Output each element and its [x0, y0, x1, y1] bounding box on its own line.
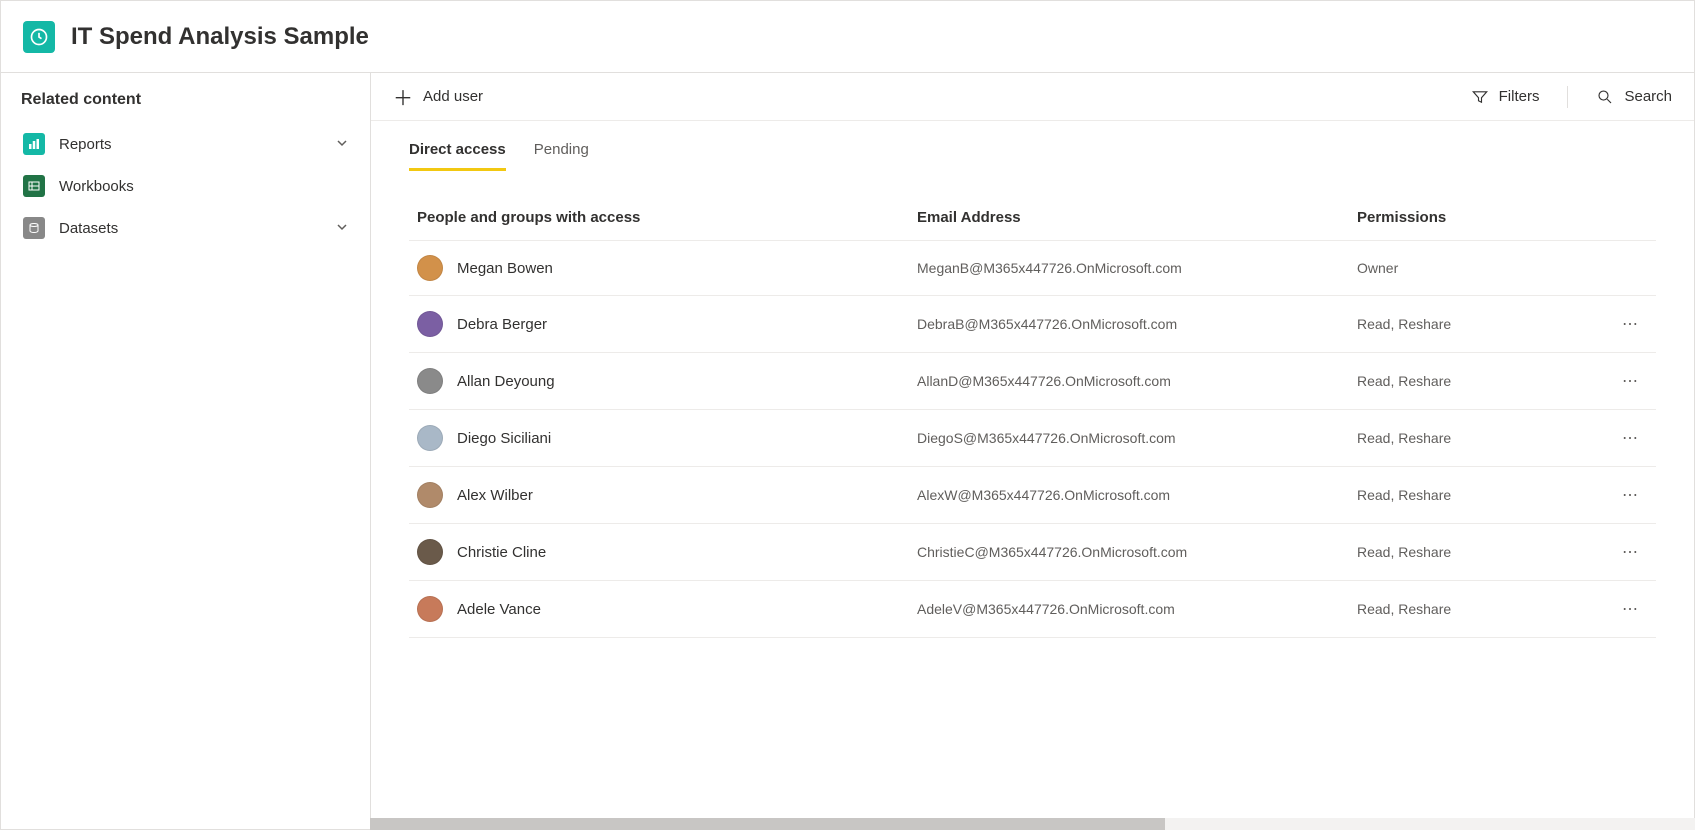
- user-permission: Read, Reshare: [1357, 544, 1451, 560]
- tab-direct-access[interactable]: Direct access: [409, 141, 506, 171]
- user-email: AlexW@M365x447726.OnMicrosoft.com: [917, 487, 1357, 503]
- user-permission: Read, Reshare: [1357, 373, 1451, 389]
- plus-icon: ＋: [393, 82, 413, 111]
- chevron-down-icon: [336, 220, 348, 236]
- user-permission: Read, Reshare: [1357, 316, 1451, 332]
- user-permission: Read, Reshare: [1357, 430, 1451, 446]
- filters-button[interactable]: Filters: [1471, 88, 1540, 106]
- more-options-button[interactable]: ⋯: [1614, 310, 1648, 338]
- avatar: [417, 368, 443, 394]
- toolbar: ＋ Add user Filters Search: [371, 73, 1694, 121]
- tab-pending[interactable]: Pending: [534, 141, 589, 171]
- main-content: ＋ Add user Filters Search Direct access …: [371, 73, 1694, 829]
- col-header-people: People and groups with access: [417, 209, 917, 226]
- scrollbar-thumb[interactable]: [370, 818, 1165, 830]
- avatar: [417, 311, 443, 337]
- table-header: People and groups with access Email Addr…: [409, 197, 1656, 241]
- user-name: Alex Wilber: [457, 487, 533, 504]
- workbooks-icon: [23, 175, 45, 197]
- avatar: [417, 539, 443, 565]
- user-name: Megan Bowen: [457, 260, 553, 277]
- app-icon: [23, 21, 55, 53]
- more-options-button[interactable]: ⋯: [1614, 481, 1648, 509]
- reports-icon: [23, 133, 45, 155]
- table-row[interactable]: Diego Siciliani DiegoS@M365x447726.OnMic…: [409, 410, 1656, 467]
- sidebar-item-label: Workbooks: [59, 178, 348, 195]
- avatar: [417, 255, 443, 281]
- table-row[interactable]: Adele Vance AdeleV@M365x447726.OnMicroso…: [409, 581, 1656, 638]
- table-row[interactable]: Debra Berger DebraB@M365x447726.OnMicros…: [409, 296, 1656, 353]
- more-options-button[interactable]: ⋯: [1614, 424, 1648, 452]
- col-header-permissions: Permissions: [1357, 209, 1648, 226]
- search-label: Search: [1624, 88, 1672, 105]
- avatar: [417, 425, 443, 451]
- filter-icon: [1471, 88, 1489, 106]
- sidebar-item-workbooks[interactable]: Workbooks: [21, 165, 350, 207]
- table-row[interactable]: Christie Cline ChristieC@M365x447726.OnM…: [409, 524, 1656, 581]
- user-email: ChristieC@M365x447726.OnMicrosoft.com: [917, 544, 1357, 560]
- sidebar-heading: Related content: [21, 91, 350, 109]
- filters-label: Filters: [1499, 88, 1540, 105]
- toolbar-divider: [1567, 86, 1568, 108]
- table-row[interactable]: Megan Bowen MeganB@M365x447726.OnMicroso…: [409, 241, 1656, 296]
- add-user-label: Add user: [423, 88, 483, 105]
- user-name: Diego Siciliani: [457, 430, 551, 447]
- user-permission: Read, Reshare: [1357, 601, 1451, 617]
- user-email: AdeleV@M365x447726.OnMicrosoft.com: [917, 601, 1357, 617]
- avatar: [417, 596, 443, 622]
- avatar: [417, 482, 443, 508]
- more-options-button[interactable]: ⋯: [1614, 538, 1648, 566]
- sidebar-item-label: Datasets: [59, 220, 336, 237]
- datasets-icon: [23, 217, 45, 239]
- sidebar: Related content Reports Workbooks Datase…: [1, 73, 371, 829]
- sidebar-item-reports[interactable]: Reports: [21, 123, 350, 165]
- user-name: Allan Deyoung: [457, 373, 555, 390]
- table-row[interactable]: Allan Deyoung AllanD@M365x447726.OnMicro…: [409, 353, 1656, 410]
- page-title: IT Spend Analysis Sample: [71, 23, 369, 51]
- add-user-button[interactable]: ＋ Add user: [393, 82, 483, 111]
- more-options-button[interactable]: ⋯: [1614, 367, 1648, 395]
- sidebar-item-datasets[interactable]: Datasets: [21, 207, 350, 249]
- access-table: People and groups with access Email Addr…: [371, 171, 1694, 638]
- chevron-down-icon: [336, 136, 348, 152]
- more-options-button[interactable]: ⋯: [1614, 595, 1648, 623]
- page-header: IT Spend Analysis Sample: [1, 1, 1694, 73]
- user-name: Debra Berger: [457, 316, 547, 333]
- col-header-email: Email Address: [917, 209, 1357, 226]
- user-name: Christie Cline: [457, 544, 546, 561]
- user-email: AllanD@M365x447726.OnMicrosoft.com: [917, 373, 1357, 389]
- user-name: Adele Vance: [457, 601, 541, 618]
- user-email: MeganB@M365x447726.OnMicrosoft.com: [917, 260, 1357, 276]
- horizontal-scrollbar[interactable]: [370, 818, 1695, 830]
- search-button[interactable]: Search: [1596, 88, 1672, 106]
- user-email: DiegoS@M365x447726.OnMicrosoft.com: [917, 430, 1357, 446]
- table-row[interactable]: Alex Wilber AlexW@M365x447726.OnMicrosof…: [409, 467, 1656, 524]
- user-email: DebraB@M365x447726.OnMicrosoft.com: [917, 316, 1357, 332]
- search-icon: [1596, 88, 1614, 106]
- user-permission: Read, Reshare: [1357, 487, 1451, 503]
- tabs: Direct access Pending: [371, 121, 1694, 171]
- sidebar-item-label: Reports: [59, 136, 336, 153]
- user-permission: Owner: [1357, 260, 1398, 276]
